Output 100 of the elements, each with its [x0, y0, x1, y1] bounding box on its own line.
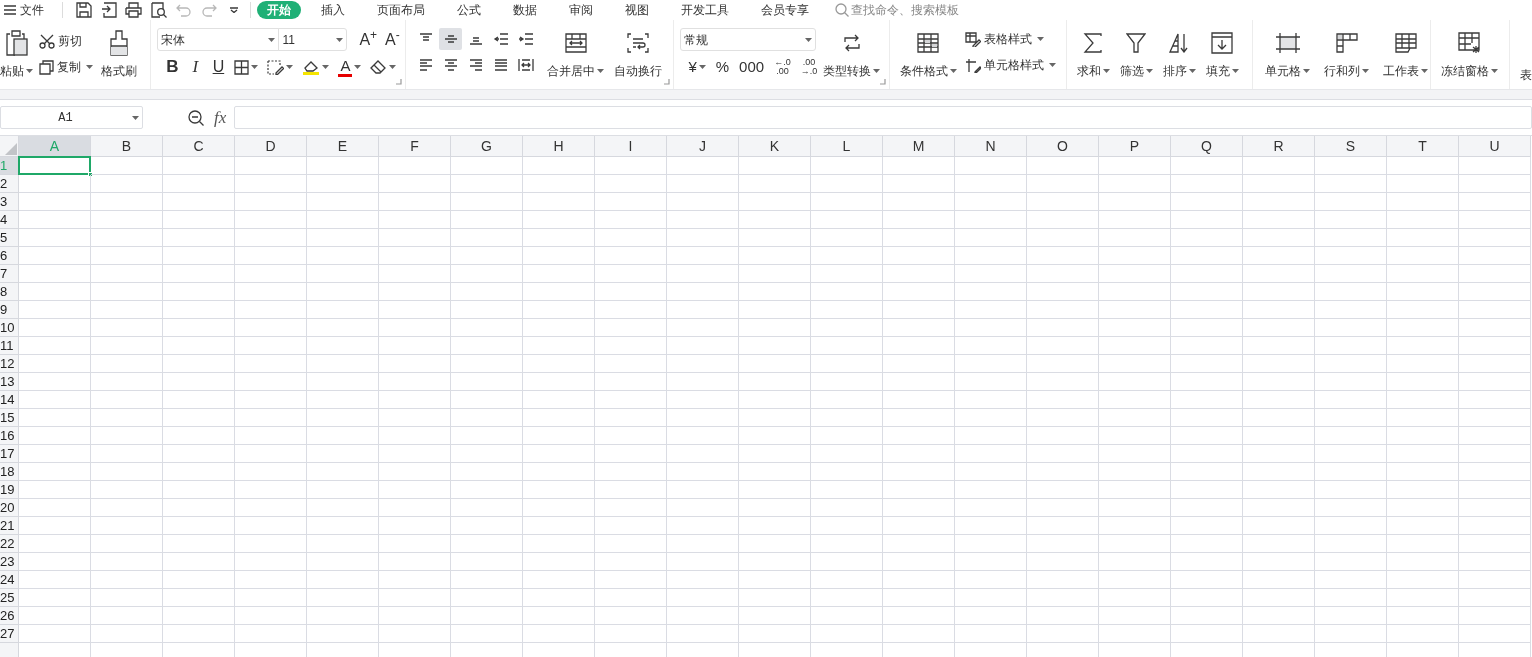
column-header[interactable]: R [1243, 136, 1315, 157]
column-header[interactable]: O [1027, 136, 1099, 157]
sum-button[interactable]: 求和 [1074, 28, 1112, 80]
fill-button[interactable]: 填充 [1203, 28, 1241, 80]
formula-input[interactable] [234, 106, 1532, 129]
decrease-font-button[interactable]: A$^{-}$ [385, 31, 400, 48]
column-header[interactable]: B [91, 136, 163, 157]
row-header[interactable]: 24 [0, 571, 19, 589]
row-header[interactable]: 18 [0, 463, 19, 481]
row-header[interactable]: 22 [0, 535, 19, 553]
row-header[interactable]: 13 [0, 373, 19, 391]
row-header[interactable] [0, 643, 19, 657]
row-header[interactable]: 9 [0, 301, 19, 319]
wrap-text-button[interactable]: 自动换行 [612, 28, 665, 80]
ribbon-tab[interactable]: 公式 [445, 1, 493, 19]
ribbon-tab[interactable]: 数据 [501, 1, 549, 19]
file-menu[interactable]: 文件 [0, 0, 54, 20]
copy-button[interactable]: 复制 [39, 56, 93, 78]
column-header[interactable]: P [1099, 136, 1171, 157]
number-format-dropdown[interactable]: 常规 [680, 28, 817, 51]
borders-button[interactable] [234, 59, 259, 75]
font-size-dropdown[interactable]: 11 [278, 28, 348, 51]
column-header[interactable]: M [883, 136, 955, 157]
row-header[interactable]: 10 [0, 319, 19, 337]
ribbon-tab[interactable]: 审阅 [557, 1, 605, 19]
row-header[interactable]: 12 [0, 355, 19, 373]
search-field[interactable]: 查找命令、搜索模板 [835, 1, 959, 19]
ribbon-tab[interactable]: 视图 [613, 1, 661, 19]
cell-style-button[interactable]: 单元格样式 [964, 54, 1056, 76]
column-header[interactable]: N [955, 136, 1027, 157]
column-header[interactable]: S [1315, 136, 1387, 157]
name-box[interactable]: A1 [0, 106, 143, 129]
row-header[interactable]: 21 [0, 517, 19, 535]
fill-handle[interactable] [88, 172, 93, 177]
ribbon-tab[interactable]: 页面布局 [365, 1, 437, 19]
ribbon-tab[interactable]: 插入 [309, 1, 357, 19]
ribbon-button-label[interactable]: 表 [1520, 66, 1532, 84]
column-header[interactable]: T [1387, 136, 1459, 157]
row-header[interactable]: 11 [0, 337, 19, 355]
column-header[interactable]: U [1459, 136, 1531, 157]
clear-button[interactable] [370, 60, 397, 74]
align-button[interactable] [439, 28, 463, 50]
column-header[interactable]: H [523, 136, 595, 157]
column-header[interactable]: G [451, 136, 523, 157]
column-header[interactable]: K [739, 136, 811, 157]
row-header[interactable]: 19 [0, 481, 19, 499]
row-header[interactable]: 7 [0, 265, 19, 283]
cut-button[interactable]: 剪切 [39, 30, 93, 52]
zoom-button[interactable] [188, 109, 204, 126]
paste-button[interactable]: 粘贴 [0, 28, 39, 80]
column-header[interactable]: Q [1171, 136, 1243, 157]
type-convert-button[interactable]: 类型转换 [821, 28, 883, 80]
freeze-panes-button[interactable]: 冻结窗格 [1441, 28, 1499, 80]
cell-cursor[interactable] [18, 156, 91, 175]
font-name-dropdown[interactable]: 宋体 [157, 28, 280, 51]
underline-button[interactable]: U [211, 55, 226, 79]
row-header[interactable]: 3 [0, 193, 19, 211]
column-header[interactable]: J [667, 136, 739, 157]
thousands-button[interactable]: 000 [739, 59, 765, 75]
row-header[interactable]: 16 [0, 427, 19, 445]
ribbon-tab[interactable]: 会员专享 [749, 1, 821, 19]
column-header[interactable]: E [307, 136, 379, 157]
column-header[interactable]: L [811, 136, 883, 157]
dialog-launcher-icon[interactable] [396, 79, 403, 85]
row-header[interactable]: 6 [0, 247, 19, 265]
row-header[interactable]: 15 [0, 409, 19, 427]
dialog-launcher-icon[interactable] [664, 79, 671, 85]
column-header[interactable]: F [379, 136, 451, 157]
row-header[interactable]: 25 [0, 589, 19, 607]
column-header[interactable]: I [595, 136, 667, 157]
filter-button[interactable]: 筛选 [1117, 28, 1155, 80]
row-header[interactable]: 23 [0, 553, 19, 571]
column-header[interactable]: D [235, 136, 307, 157]
italic-button[interactable]: I [188, 54, 203, 80]
row-header[interactable]: 8 [0, 283, 19, 301]
row-header[interactable]: 4 [0, 211, 19, 229]
row-header[interactable]: 26 [0, 607, 19, 625]
bold-button[interactable]: B [165, 54, 180, 80]
cell-button[interactable]: 单元格 [1263, 28, 1313, 80]
rowcol-button[interactable]: 行和列 [1322, 28, 1372, 80]
increase-font-button[interactable]: A$^{+}$ [359, 31, 378, 48]
sheet-button[interactable]: 工作表 [1381, 28, 1431, 80]
font-color-button[interactable]: A [338, 57, 362, 77]
row-header[interactable]: 20 [0, 499, 19, 517]
ribbon-tab[interactable]: 开发工具 [669, 1, 741, 19]
sort-button[interactable]: 排序 [1160, 28, 1198, 80]
currency-button[interactable]: ¥ [688, 59, 706, 75]
dialog-launcher-icon[interactable] [879, 79, 886, 85]
column-header[interactable]: C [163, 136, 235, 157]
row-header[interactable]: 5 [0, 229, 19, 247]
row-header[interactable]: 27 [0, 625, 19, 643]
row-header[interactable]: 17 [0, 445, 19, 463]
row-header[interactable]: 2 [0, 175, 19, 193]
function-button[interactable]: fx [214, 104, 227, 131]
merge-center-button[interactable]: 合并居中 [545, 28, 607, 80]
cell-style-button[interactable] [267, 59, 294, 75]
format-painter-button[interactable]: 格式刷 [93, 28, 145, 80]
percent-button[interactable]: % [715, 59, 730, 75]
row-header[interactable]: 14 [0, 391, 19, 409]
conditional-format-button[interactable]: 条件格式 [897, 28, 959, 80]
